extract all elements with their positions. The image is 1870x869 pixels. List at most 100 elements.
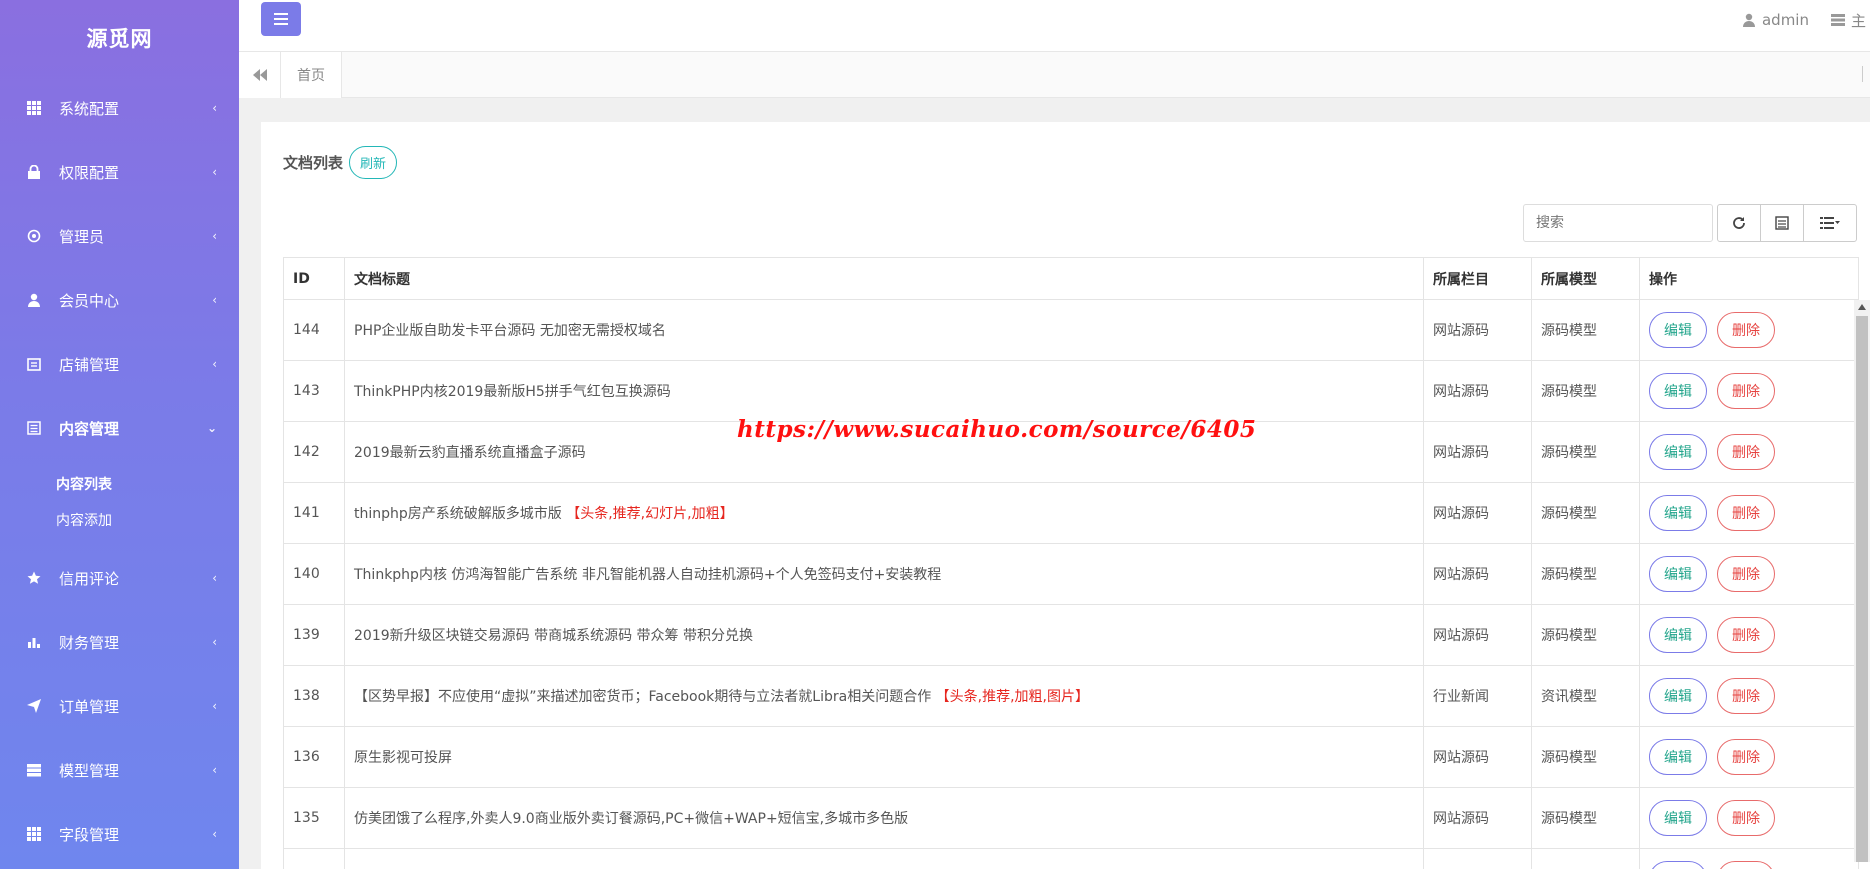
chevron-left-icon: ‹ — [212, 699, 217, 713]
cell-title: thinphp房产系统破解版多城市版 【头条,推荐,幻灯片,加粗】 — [344, 482, 1424, 544]
grid-icon — [25, 99, 43, 117]
delete-button[interactable]: 删除 — [1717, 678, 1775, 714]
column-header[interactable]: ID — [283, 257, 345, 300]
doc-title: thinphp房产系统破解版多城市版 — [354, 506, 562, 522]
edit-button[interactable]: 编辑 — [1649, 434, 1707, 470]
cell-id: 136 — [283, 726, 345, 788]
watermark-url: https://www.sucaihuo.com/source/6405 — [737, 416, 1257, 443]
sidebar-item-6[interactable]: 信用评论 ‹ — [0, 546, 239, 610]
scroll-up-arrow[interactable] — [1858, 304, 1866, 310]
delete-button[interactable]: 删除 — [1717, 861, 1775, 869]
delete-button[interactable]: 删除 — [1717, 373, 1775, 409]
user-menu[interactable]: admin — [1742, 11, 1809, 29]
cell-actions: 编辑删除 — [1639, 665, 1859, 727]
sidebar-item-5[interactable]: 内容管理 ⌄ — [0, 396, 239, 460]
document-table: ID 文档标题 所属栏目 所属模型 操作 144 PHP企业版自助发卡平台源码 无加密无需… — [283, 257, 1859, 869]
column-header[interactable]: 操作 — [1639, 257, 1859, 300]
delete-button[interactable]: 删除 — [1717, 434, 1775, 470]
sidebar-item-1[interactable]: 权限配置 ‹ — [0, 140, 239, 204]
tab-scroll-right-button[interactable] — [1862, 66, 1870, 82]
table-row: 140 Thinkphp内核 仿鸿海智能广告系统 非凡智能机器人自动挂机源码+个人… — [283, 543, 1859, 605]
cell-title: 原生影视可投屏 — [344, 726, 1424, 788]
tab-scroll-left-button[interactable] — [239, 52, 281, 98]
column-header[interactable]: 所属模型 — [1531, 257, 1640, 300]
delete-button[interactable]: 删除 — [1717, 312, 1775, 348]
delete-button[interactable]: 删除 — [1717, 617, 1775, 653]
submenu-item-1[interactable]: 内容添加 — [56, 502, 239, 538]
sidebar-item-label: 内容管理 — [59, 419, 120, 438]
sidebar-item-label: 会员中心 — [59, 291, 120, 310]
edit-button[interactable]: 编辑 — [1649, 373, 1707, 409]
cell-model: 源码模型 — [1531, 482, 1640, 544]
table-icon — [1775, 216, 1789, 230]
column-header[interactable]: 所属栏目 — [1423, 257, 1532, 300]
row-actions: 编辑删除 — [1649, 312, 1849, 348]
edit-button[interactable]: 编辑 — [1649, 861, 1707, 869]
sidebar-menu: 系统配置 ‹ 权限配置 ‹ 管理员 ‹ 会员中心 ‹ 店铺管理 ‹ 内容管理 ⌄ 内容列表 内容添加 信用评… — [0, 76, 239, 866]
chevron-left-icon: ‹ — [212, 229, 217, 243]
cell-column: 网站源码 — [1423, 482, 1532, 544]
sidebar-item-7[interactable]: 财务管理 ‹ — [0, 610, 239, 674]
cell-title: 2019新升级区块链交易源码 带商城系统源码 带众筹 带积分兑换 — [344, 604, 1424, 666]
cell-id: 143 — [283, 360, 345, 422]
scrollbar-thumb[interactable] — [1856, 316, 1868, 862]
sidebar-item-8[interactable]: 订单管理 ‹ — [0, 674, 239, 738]
sidebar-item-10[interactable]: 字段管理 ‹ — [0, 802, 239, 866]
columns-dropdown-button[interactable] — [1803, 204, 1857, 242]
cell-id: 141 — [283, 482, 345, 544]
tab-home[interactable]: 首页 — [281, 52, 342, 98]
table-scrollbar[interactable] — [1854, 300, 1870, 862]
edit-button[interactable]: 编辑 — [1649, 678, 1707, 714]
table-row: 141 thinphp房产系统破解版多城市版 【头条,推荐,幻灯片,加粗】 网站源码… — [283, 482, 1859, 544]
cell-model: 资讯模型 — [1531, 665, 1640, 727]
sidebar-toggle-button[interactable] — [261, 2, 301, 36]
sidebar-item-2[interactable]: 管理员 ‹ — [0, 204, 239, 268]
submenu-item-0[interactable]: 内容列表 — [56, 466, 239, 502]
table-row: 143 ThinkPHP内核2019最新版H5拼手气红包互换源码 网站源码 源码模型… — [283, 360, 1859, 422]
brand-logo: 源觅网 — [86, 27, 153, 51]
sidebar-item-0[interactable]: 系统配置 ‹ — [0, 76, 239, 140]
delete-button[interactable]: 删除 — [1717, 495, 1775, 531]
cell-actions: 编辑 删除 — [1639, 848, 1859, 869]
doc-title: 原生影视可投屏 — [354, 750, 452, 766]
cell-title: Thinkphp内核 仿鸿海智能广告系统 非凡智能机器人自动挂机源码+个人免签码… — [344, 543, 1424, 605]
cell-column: 网站源码 — [1423, 543, 1532, 605]
cell-id: 142 — [283, 421, 345, 483]
sidebar-item-label: 权限配置 — [59, 163, 120, 182]
edit-button[interactable]: 编辑 — [1649, 617, 1707, 653]
edit-button[interactable]: 编辑 — [1649, 739, 1707, 775]
menu-icon — [274, 13, 288, 25]
delete-button[interactable]: 删除 — [1717, 800, 1775, 836]
site-menu[interactable]: 主 — [1830, 10, 1866, 31]
refresh-button[interactable]: 刷新 — [349, 146, 398, 179]
list-icon — [25, 419, 43, 437]
edit-button[interactable]: 编辑 — [1649, 312, 1707, 348]
cell-model: 源码模型 — [1531, 726, 1640, 788]
row-actions: 编辑删除 — [1649, 800, 1849, 836]
edit-button[interactable]: 编辑 — [1649, 495, 1707, 531]
edit-button[interactable]: 编辑 — [1649, 556, 1707, 592]
row-actions: 编辑删除 — [1649, 434, 1849, 470]
cell-actions: 编辑删除 — [1639, 421, 1859, 483]
chevron-left-icon: ‹ — [212, 293, 217, 307]
table-header-row: ID 文档标题 所属栏目 所属模型 操作 — [283, 257, 1859, 300]
delete-button[interactable]: 删除 — [1717, 556, 1775, 592]
sidebar-submenu: 内容列表 内容添加 — [0, 460, 239, 546]
row-actions: 编辑删除 — [1649, 739, 1849, 775]
delete-button[interactable]: 删除 — [1717, 739, 1775, 775]
edit-button[interactable]: 编辑 — [1649, 800, 1707, 836]
doc-title: 【区势早报】不应使用“虚拟”来描述加密货币；Facebook期待与立法者就Lib… — [354, 689, 932, 705]
search-input[interactable] — [1523, 204, 1713, 242]
reload-button[interactable] — [1717, 204, 1761, 242]
sidebar-item-3[interactable]: 会员中心 ‹ — [0, 268, 239, 332]
doc-title: 2019最新云豹直播系统直播盒子源码 — [354, 445, 586, 461]
cell-actions: 编辑删除 — [1639, 360, 1859, 422]
sidebar-item-9[interactable]: 模型管理 ‹ — [0, 738, 239, 802]
star-icon — [25, 569, 43, 587]
column-header[interactable]: 文档标题 — [344, 257, 1424, 300]
sidebar-item-4[interactable]: 店铺管理 ‹ — [0, 332, 239, 396]
table-toolbar — [1717, 204, 1857, 242]
toggle-view-button[interactable] — [1760, 204, 1804, 242]
cell-model: 源码模型 — [1531, 360, 1640, 422]
sidebar-item-label: 系统配置 — [59, 99, 120, 118]
